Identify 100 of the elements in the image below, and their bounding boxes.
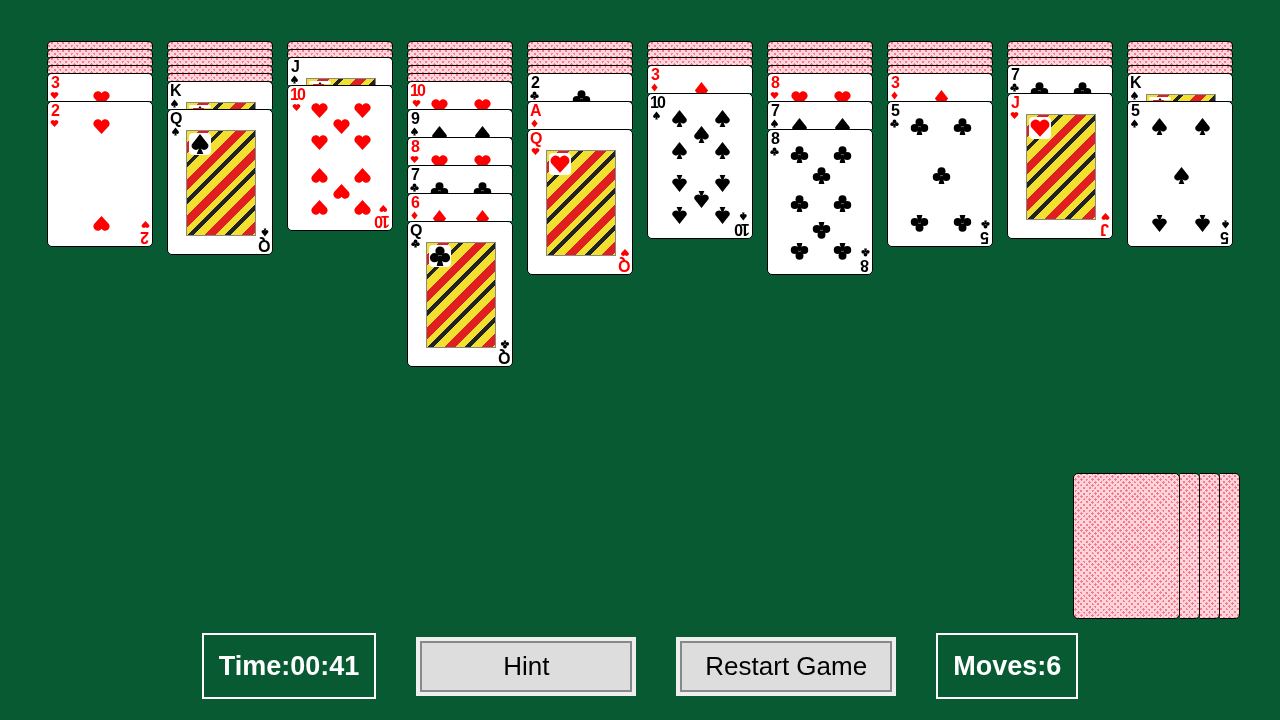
playing-card[interactable]: K (1127, 73, 1233, 101)
club-icon (770, 147, 779, 156)
heart-icon (352, 198, 372, 218)
heart-icon (412, 99, 422, 108)
playing-card[interactable]: 5 5 (1127, 101, 1233, 247)
playing-card[interactable]: 8 8 (767, 129, 873, 275)
game-button[interactable]: Restart Game (676, 636, 897, 696)
card-rank: 8 (411, 139, 418, 155)
card-rank: Q (410, 223, 421, 239)
playing-card[interactable]: 7 (1007, 65, 1113, 93)
club-icon (410, 183, 419, 192)
club-icon (832, 193, 852, 213)
club-icon (811, 220, 831, 240)
heart-icon (378, 204, 388, 213)
card-rank: J (1102, 221, 1109, 237)
heart-icon (620, 248, 630, 257)
card-rank: 5 (1222, 229, 1229, 245)
playing-card[interactable]: Q Q (407, 221, 513, 367)
card-rank: 2 (142, 229, 149, 245)
card-rank: Q (530, 131, 541, 147)
card-rank: 9 (411, 111, 418, 127)
card-rank: 3 (51, 75, 58, 91)
card-rank: 6 (411, 195, 418, 211)
heart-icon (310, 133, 330, 153)
heart-icon (310, 100, 330, 120)
playing-card[interactable]: 7 (407, 165, 513, 193)
playing-card[interactable]: Q Q (167, 109, 273, 255)
heart-icon (790, 88, 810, 101)
heart-icon (832, 88, 852, 101)
playing-card[interactable]: 2 2 (47, 101, 153, 247)
playing-card[interactable]: Q Q (527, 129, 633, 275)
heart-icon (141, 220, 150, 229)
club-icon (952, 116, 972, 136)
card-rank: 10 (410, 83, 424, 99)
card-rank: J (1011, 95, 1018, 111)
playing-card[interactable]: A (527, 101, 633, 129)
heart-icon (472, 152, 492, 165)
card-rank: Q (619, 257, 630, 273)
stock-pile-edge[interactable] (1200, 473, 1220, 619)
playing-card[interactable]: 9 (407, 109, 513, 137)
club-icon (931, 165, 951, 185)
playing-card[interactable]: 7 (767, 101, 873, 129)
heart-icon (1101, 212, 1110, 221)
card-rank: 7 (1011, 67, 1018, 83)
club-icon (952, 214, 972, 234)
playing-card[interactable]: 10 10 (287, 85, 393, 231)
heart-icon (530, 147, 540, 156)
playing-card[interactable]: J J (1007, 93, 1113, 239)
heart-icon (1010, 111, 1019, 120)
playing-card[interactable]: 3 (47, 73, 153, 101)
club-icon (1030, 80, 1050, 93)
playing-card[interactable]: 5 5 (887, 101, 993, 247)
club-icon (790, 144, 810, 164)
playing-card[interactable]: 8 (767, 73, 873, 101)
card-rank: K (1130, 75, 1140, 91)
playing-card[interactable]: K (167, 81, 273, 109)
card-rank: 10 (290, 87, 304, 103)
playing-card[interactable]: 2 (527, 73, 633, 101)
counter-display: Time:00:41 (201, 633, 377, 699)
club-icon (1072, 80, 1092, 93)
playing-card[interactable]: J (287, 57, 393, 85)
card-rank: Q (170, 111, 181, 127)
club-icon (910, 116, 930, 136)
card-rank: 3 (891, 75, 898, 91)
card-rank: 7 (411, 167, 418, 183)
stock-pile-edge[interactable] (1180, 473, 1200, 619)
stock-pile[interactable] (1073, 473, 1180, 619)
card-rank: 5 (1131, 103, 1138, 119)
card-rank: J (291, 59, 298, 75)
card-rank: Q (259, 237, 270, 253)
heart-icon (430, 152, 450, 165)
heart-icon (352, 100, 372, 120)
card-rank: 5 (982, 229, 989, 245)
heart-icon (310, 165, 330, 185)
card-rank: K (170, 83, 180, 99)
club-icon (832, 242, 852, 262)
playing-card[interactable]: 6 (407, 193, 513, 221)
playing-card[interactable]: 3 (647, 65, 753, 93)
heart-icon (410, 155, 419, 164)
card-rank: 5 (891, 103, 898, 119)
playing-card[interactable]: 10 10 (647, 93, 753, 239)
club-icon (500, 340, 510, 349)
card-rank: A (530, 103, 540, 119)
game-button[interactable]: Hint (416, 636, 637, 696)
playing-card[interactable]: 8 (407, 137, 513, 165)
heart-icon (50, 119, 59, 128)
heart-icon (472, 96, 492, 109)
club-icon (890, 119, 899, 128)
heart-icon (91, 214, 111, 234)
playing-card[interactable]: 3 (887, 73, 993, 101)
card-rank: 8 (862, 257, 869, 273)
club-icon (832, 144, 852, 164)
counter-display: Moves:6 (936, 633, 1079, 699)
card-rank: 3 (651, 67, 658, 83)
playing-card[interactable]: 10 (407, 81, 513, 109)
card-rank: 8 (771, 131, 778, 147)
stock-pile-edge[interactable] (1220, 473, 1240, 619)
heart-icon (770, 91, 779, 100)
card-rank: 2 (51, 103, 58, 119)
club-icon (1010, 83, 1019, 92)
